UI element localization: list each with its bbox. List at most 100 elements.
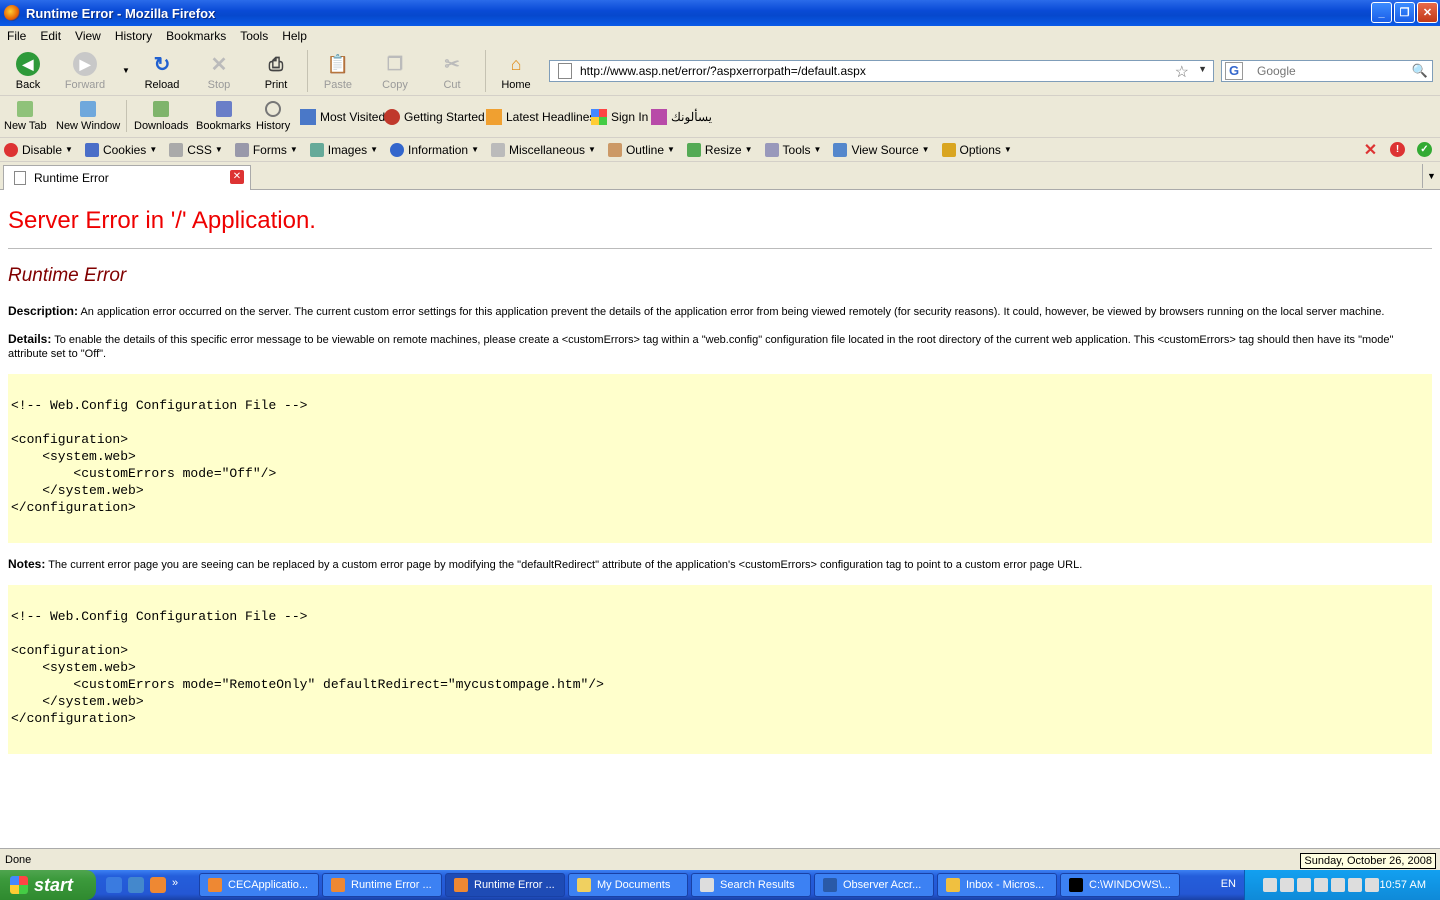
bookmark-sign-in[interactable]: Sign In	[591, 109, 648, 125]
minimize-button[interactable]: _	[1371, 2, 1392, 23]
tab-list-dropdown-icon[interactable]: ▼	[1422, 164, 1440, 188]
chevron-icon[interactable]: »	[172, 877, 188, 893]
language-indicator[interactable]: EN	[1221, 878, 1236, 890]
menu-file[interactable]: File	[0, 29, 33, 43]
dev-information[interactable]: Information ▼	[386, 142, 479, 157]
clock[interactable]: 10:57 AM	[1380, 879, 1426, 891]
validation-ok-icon[interactable]: ✓	[1417, 142, 1432, 157]
js-error-icon[interactable]: !	[1390, 142, 1405, 157]
task-my-documents[interactable]: My Documents	[568, 873, 688, 897]
menu-view[interactable]: View	[68, 29, 108, 43]
menu-edit[interactable]: Edit	[33, 29, 68, 43]
bookmark-star-icon[interactable]: ☆	[1175, 62, 1189, 82]
new-tab-button[interactable]: New Tab	[4, 101, 47, 132]
bookmark-arabic[interactable]: يسألونك	[651, 109, 712, 125]
dev-cookies[interactable]: Cookies ▼	[81, 142, 157, 157]
firefox-task-icon	[454, 878, 468, 892]
tray-icon[interactable]	[1365, 878, 1379, 892]
firefox-quicklaunch-icon[interactable]	[150, 877, 166, 893]
menu-bookmarks[interactable]: Bookmarks	[159, 29, 233, 43]
page-icon	[14, 171, 26, 185]
home-button[interactable]: ⌂ Home	[489, 50, 543, 92]
close-window-button[interactable]: ✕	[1417, 2, 1438, 23]
css-error-icon[interactable]: ✕	[1363, 142, 1378, 159]
dev-resize[interactable]: Resize ▼	[683, 142, 753, 157]
page-subheading: Runtime Error	[8, 265, 127, 286]
printer-icon: ⎙	[268, 53, 284, 74]
task-cecapplication[interactable]: CECApplicatio...	[199, 873, 319, 897]
history-button[interactable]: History	[256, 101, 290, 132]
task-inbox[interactable]: Inbox - Micros...	[937, 873, 1057, 897]
reload-button[interactable]: ↻ Reload	[135, 50, 189, 92]
config-code-block-2: <!-- Web.Config Configuration File --> <…	[8, 585, 1432, 754]
search-results-icon	[700, 878, 714, 892]
view-source-icon	[833, 142, 848, 157]
tray-icon[interactable]	[1280, 878, 1294, 892]
task-observer[interactable]: Observer Accr...	[814, 873, 934, 897]
history-dropdown-icon[interactable]: ▼	[122, 66, 130, 75]
cut-button[interactable]: ✂ Cut	[425, 50, 479, 92]
back-button[interactable]: ◀ Back	[1, 50, 55, 91]
windows-logo-icon	[10, 876, 28, 894]
bookmark-site-icon	[651, 109, 667, 125]
firefox-task-icon	[331, 878, 345, 892]
url-dropdown-icon[interactable]: ▼	[1198, 64, 1207, 74]
menu-help[interactable]: Help	[275, 29, 314, 43]
stop-button[interactable]: ✕ Stop	[192, 50, 246, 92]
dev-images[interactable]: Images ▼	[306, 142, 378, 157]
bookmarks-icon	[215, 101, 232, 117]
new-window-button[interactable]: New Window	[56, 101, 120, 132]
menu-history[interactable]: History	[108, 29, 159, 43]
search-icon[interactable]: 🔍	[1412, 63, 1428, 79]
window-titlebar: Runtime Error - Mozilla Firefox _ ❐ ✕	[0, 0, 1440, 26]
forward-button[interactable]: ▶ Forward	[58, 50, 112, 91]
copy-button[interactable]: ❐ Copy	[368, 50, 422, 92]
windows-taskbar: start » CECApplicatio... Runtime Error .…	[0, 870, 1440, 900]
url-text[interactable]: http://www.asp.net/error/?aspxerrorpath=…	[580, 64, 866, 78]
tools-wrench-icon	[764, 142, 779, 157]
dev-outline[interactable]: Outline ▼	[604, 142, 675, 157]
task-runtime-error-1[interactable]: Runtime Error ...	[322, 873, 442, 897]
bookmarks-toolbar: New Tab New Window Downloads Bookmarks H…	[0, 96, 1440, 138]
stop-icon: ✕	[210, 53, 228, 76]
tray-icon[interactable]	[1348, 878, 1362, 892]
task-cmd[interactable]: C:\WINDOWS\...	[1060, 873, 1180, 897]
tray-icon[interactable]	[1314, 878, 1328, 892]
task-runtime-error-2[interactable]: Runtime Error ...	[445, 873, 565, 897]
clipboard-icon: 📋	[326, 53, 350, 74]
dev-forms[interactable]: Forms ▼	[231, 142, 298, 157]
google-engine-icon[interactable]: G	[1225, 62, 1243, 80]
restore-button[interactable]: ❐	[1394, 2, 1415, 23]
bookmark-getting-started[interactable]: Getting Started	[384, 109, 485, 125]
close-tab-icon[interactable]: ✕	[230, 170, 244, 184]
firefox-icon	[4, 5, 20, 21]
search-box[interactable]: G 🔍	[1221, 60, 1433, 82]
bookmark-most-visited[interactable]: Most Visited	[300, 109, 385, 125]
tab-runtime-error[interactable]: Runtime Error ✕	[3, 165, 251, 190]
print-button[interactable]: ⎙ Print	[249, 50, 303, 92]
bookmarks-button[interactable]: Bookmarks	[196, 101, 251, 132]
tray-icon[interactable]	[1263, 878, 1277, 892]
new-window-icon	[80, 101, 97, 117]
dev-options[interactable]: Options ▼	[938, 142, 1012, 157]
show-desktop-icon[interactable]	[106, 877, 122, 893]
paste-button[interactable]: 📋 Paste	[311, 50, 365, 92]
dev-view-source[interactable]: View Source ▼	[829, 142, 930, 157]
search-input[interactable]	[1255, 63, 1405, 79]
tab-strip: Runtime Error ✕ ▼	[0, 162, 1440, 190]
menu-tools[interactable]: Tools	[233, 29, 275, 43]
cmd-icon	[1069, 878, 1083, 892]
bookmark-latest-headlines[interactable]: Latest Headlines	[486, 109, 595, 125]
ie-icon[interactable]	[128, 877, 144, 893]
dev-css[interactable]: CSS ▼	[165, 142, 223, 157]
dev-disable[interactable]: Disable ▼	[0, 142, 73, 157]
downloads-button[interactable]: Downloads	[134, 101, 188, 132]
task-search-results[interactable]: Search Results	[691, 873, 811, 897]
dev-tools[interactable]: Tools ▼	[761, 142, 821, 157]
tray-icon[interactable]	[1297, 878, 1311, 892]
tray-icon[interactable]	[1331, 878, 1345, 892]
url-bar[interactable]: http://www.asp.net/error/?aspxerrorpath=…	[549, 60, 1214, 82]
web-developer-toolbar: Disable ▼ Cookies ▼ CSS ▼ Forms ▼ Images ▼ In…	[0, 138, 1440, 162]
dev-miscellaneous[interactable]: Miscellaneous ▼	[487, 142, 596, 157]
start-button[interactable]: start	[0, 870, 96, 900]
